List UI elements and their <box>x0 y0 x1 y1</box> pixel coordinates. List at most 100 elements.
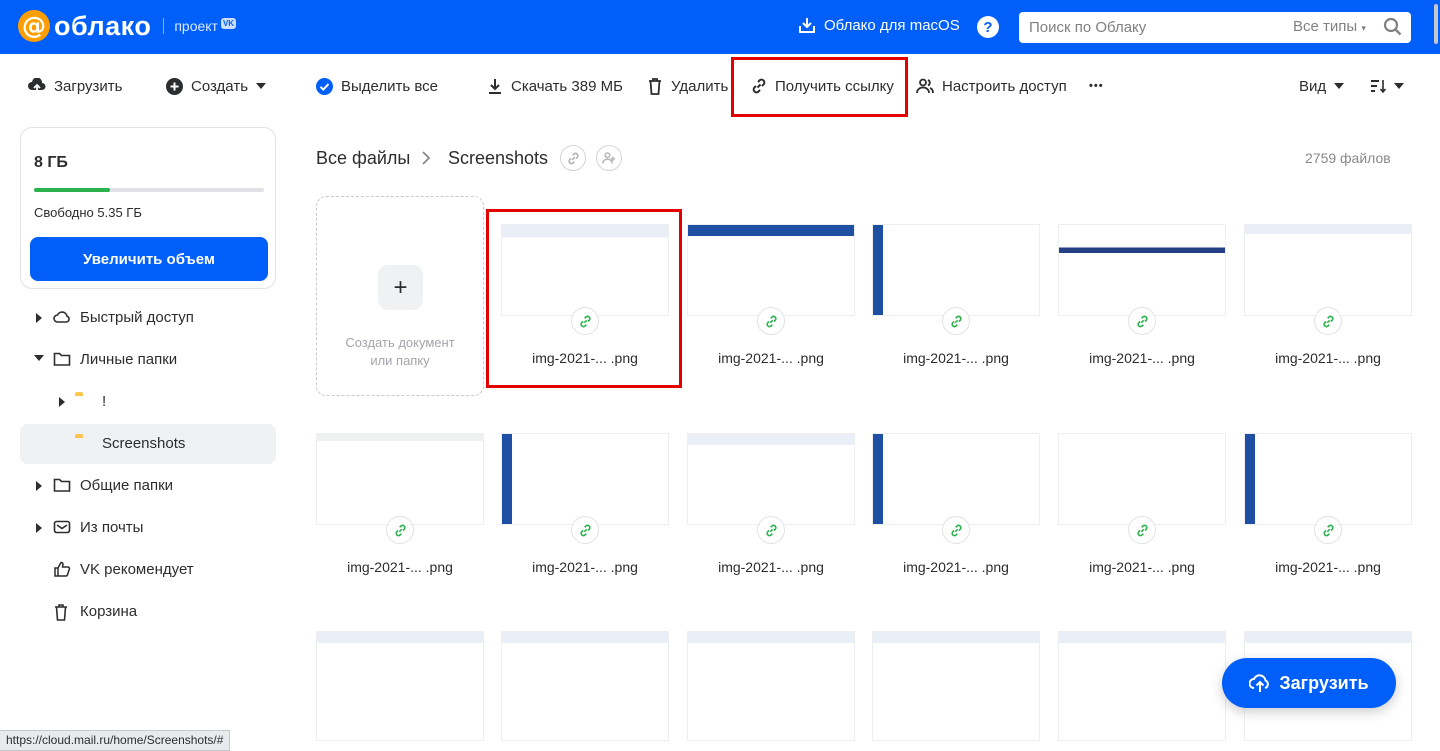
cloud-logo[interactable]: @ облако проект VK <box>18 10 237 42</box>
file-thumbnail[interactable] <box>687 224 855 316</box>
help-icon[interactable]: ? <box>977 16 999 38</box>
link-icon <box>579 524 591 536</box>
status-url: https://cloud.mail.ru/home/Screenshots/# <box>0 730 231 751</box>
folder-link-button[interactable] <box>560 145 586 171</box>
logo-divider <box>163 18 165 34</box>
file-thumbnail[interactable] <box>687 433 855 525</box>
file-tile[interactable]: img-2021-... .png <box>872 405 1040 595</box>
sidebar-item-label: Общие папки <box>80 477 174 494</box>
file-thumbnail[interactable] <box>872 224 1040 316</box>
shared-link-badge[interactable] <box>1128 516 1156 544</box>
file-thumbnail[interactable] <box>1058 631 1226 741</box>
sort-button[interactable] <box>1370 76 1404 96</box>
sidebar-item-trash[interactable]: Корзина <box>20 592 276 632</box>
search-input[interactable] <box>1019 12 1279 43</box>
shared-link-badge[interactable] <box>942 307 970 335</box>
collapse-arrow-icon[interactable] <box>34 355 44 361</box>
sidebar-item-exclamation-folder[interactable]: ! <box>20 382 276 422</box>
sidebar-item-shared-folders[interactable]: Общие папки <box>20 466 276 506</box>
file-tile[interactable]: img-2021-... .png <box>1058 405 1226 595</box>
file-count: 2759 файлов <box>1305 150 1391 166</box>
sort-icon <box>1370 79 1386 93</box>
file-name: img-2021-... .png <box>903 559 1009 575</box>
vk-badge: VK <box>220 17 237 29</box>
sidebar-item-quick-access[interactable]: Быстрый доступ <box>20 298 276 338</box>
sidebar-item-label: Screenshots <box>102 435 186 452</box>
sidebar-item-personal-folders[interactable]: Личные папки <box>20 340 276 380</box>
search-icon[interactable] <box>1383 17 1403 37</box>
create-document-card[interactable]: + Создать документ или папку <box>316 196 484 396</box>
increase-storage-button[interactable]: Увеличить объем <box>30 237 268 281</box>
top-header: @ облако проект VK Облако для macOS ? Вс… <box>0 0 1440 54</box>
file-name: img-2021-... .png <box>1089 350 1195 366</box>
file-name: img-2021-... .png <box>1275 350 1381 366</box>
link-icon <box>950 315 962 327</box>
file-tile[interactable]: img-2021-... .png <box>687 196 855 386</box>
file-thumbnail[interactable] <box>1244 224 1412 316</box>
shared-link-badge[interactable] <box>1314 307 1342 335</box>
file-tile[interactable]: img-2021-... .png <box>1244 405 1412 595</box>
upload-label: Загрузить <box>54 77 123 95</box>
share-access-label: Настроить доступ <box>942 77 1067 95</box>
storage-free: Свободно 5.35 ГБ <box>34 205 142 220</box>
search-box: Все типы ▾ <box>1019 12 1411 43</box>
file-thumbnail[interactable] <box>316 631 484 741</box>
chevron-down-icon: ▾ <box>1361 23 1366 33</box>
expand-arrow-icon[interactable] <box>36 523 42 533</box>
select-all-button[interactable]: Выделить все <box>316 76 438 96</box>
floating-upload-button[interactable]: Загрузить <box>1222 658 1396 708</box>
file-tile[interactable]: img-2021-... .png <box>687 405 855 595</box>
download-app-icon <box>799 18 815 33</box>
cloud-upload-icon <box>1249 674 1270 692</box>
sidebar-item-from-mail[interactable]: Из почты <box>20 508 276 548</box>
file-tile[interactable]: img-2021-... .png <box>316 405 484 595</box>
file-thumbnail[interactable] <box>1058 433 1226 525</box>
file-thumbnail[interactable] <box>872 433 1040 525</box>
scrollbar-thumb[interactable] <box>1434 4 1438 44</box>
macos-app-link[interactable]: Облако для macOS <box>798 16 960 34</box>
storage-usage-bar <box>34 188 264 192</box>
shared-link-badge[interactable] <box>1128 307 1156 335</box>
shared-link-badge[interactable] <box>571 516 599 544</box>
shared-link-badge[interactable] <box>757 307 785 335</box>
shared-link-badge[interactable] <box>386 516 414 544</box>
view-button[interactable]: Вид <box>1299 76 1345 96</box>
logo-text: облако <box>54 10 152 41</box>
breadcrumb-root[interactable]: Все файлы <box>316 148 410 169</box>
link-icon <box>1322 524 1334 536</box>
user-share-icon <box>602 152 616 164</box>
download-button[interactable]: Скачать 389 МБ <box>487 76 623 96</box>
shared-link-badge[interactable] <box>942 516 970 544</box>
expand-arrow-icon[interactable] <box>36 313 42 323</box>
file-tile[interactable]: img-2021-... .png <box>501 405 669 595</box>
expand-arrow-icon[interactable] <box>59 397 65 407</box>
file-thumbnail[interactable] <box>1058 224 1226 316</box>
file-thumbnail[interactable] <box>872 631 1040 741</box>
file-thumbnail[interactable] <box>501 433 669 525</box>
file-tile[interactable]: img-2021-... .png <box>1058 196 1226 386</box>
shared-link-badge[interactable] <box>1314 516 1342 544</box>
delete-button[interactable]: Удалить <box>647 76 728 96</box>
expand-arrow-icon[interactable] <box>36 481 42 491</box>
file-thumbnail[interactable] <box>501 631 669 741</box>
at-logo-icon: @ <box>18 10 50 42</box>
more-icon[interactable]: ••• <box>1089 76 1104 96</box>
shared-link-badge[interactable] <box>757 516 785 544</box>
link-icon <box>567 152 579 164</box>
create-button[interactable]: Создать <box>166 76 267 96</box>
sidebar-item-screenshots[interactable]: Screenshots <box>20 424 276 464</box>
search-type-filter[interactable]: Все типы ▾ <box>1293 18 1366 35</box>
file-thumbnail[interactable] <box>687 631 855 741</box>
file-thumbnail[interactable] <box>316 433 484 525</box>
file-thumbnail[interactable] <box>1244 433 1412 525</box>
sidebar-item-label: Быстрый доступ <box>80 309 194 326</box>
delete-label: Удалить <box>671 77 729 95</box>
create-label: Создать <box>191 77 249 95</box>
sidebar-item-vk-recommends[interactable]: VK рекомендует <box>20 550 276 590</box>
download-icon <box>487 78 503 95</box>
share-access-button[interactable]: Настроить доступ <box>916 76 1067 96</box>
file-tile[interactable]: img-2021-... .png <box>872 196 1040 386</box>
upload-button[interactable]: Загрузить <box>28 76 123 96</box>
file-tile[interactable]: img-2021-... .png <box>1244 196 1412 386</box>
folder-share-button[interactable] <box>596 145 622 171</box>
